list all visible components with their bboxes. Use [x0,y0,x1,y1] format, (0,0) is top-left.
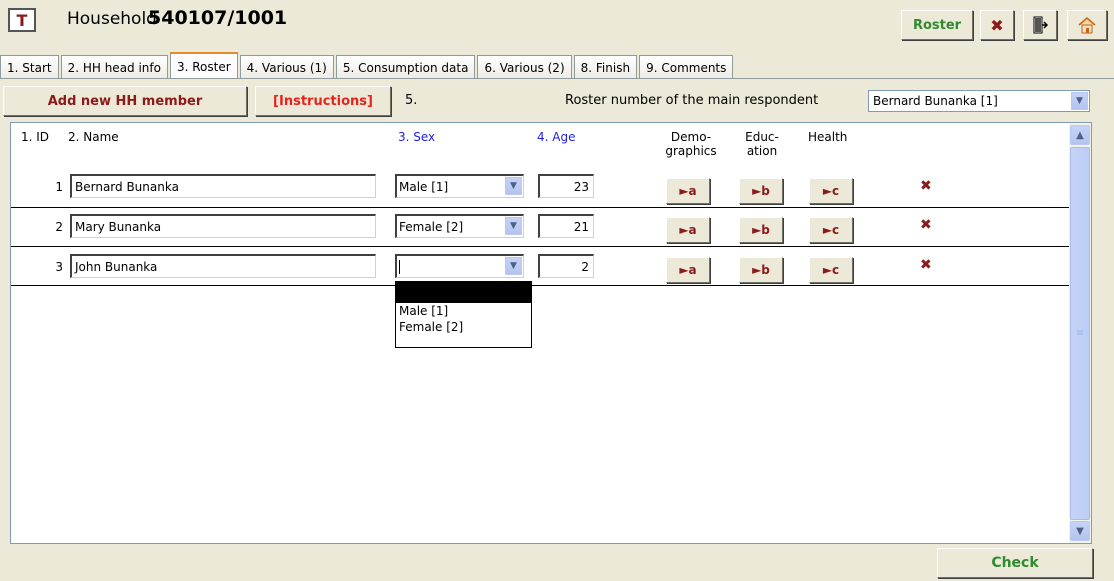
row-id: 2 [55,220,63,234]
tab-roster[interactable]: 3. Roster [169,52,238,79]
education-button[interactable]: ►b [739,217,783,243]
education-button[interactable]: ►b [739,257,783,283]
tab-various-2[interactable]: 6. Various (2) [477,55,572,79]
health-button[interactable]: ►c [809,257,853,283]
health-button[interactable]: ►c [809,217,853,243]
name-input[interactable]: Mary Bunanka [70,214,376,238]
household-number: 540107/1001 [148,7,288,29]
home-icon[interactable] [1067,10,1107,40]
sex-select[interactable]: Female [2] ▼ [395,214,524,238]
chevron-down-icon[interactable]: ▼ [505,177,522,195]
demographics-button[interactable]: ►a [666,178,710,204]
sex-select[interactable]: Male [1] ▼ [395,174,524,198]
col-header-demographics-line2: graphics [665,144,717,158]
col-header-education-line2: ation [746,144,778,158]
scroll-up-icon[interactable]: ▲ [1070,125,1090,145]
col-header-name: 2. Name [68,130,119,144]
main-respondent-value: Bernard Bunanka [1] [873,94,998,108]
tab-divider [0,78,1114,79]
tab-consumption-data[interactable]: 5. Consumption data [335,55,476,79]
col-header-demographics-line1: Demo- [670,130,712,144]
form-type-badge: T [8,8,36,32]
vertical-scrollbar[interactable]: ▲ ≡ ▼ [1069,123,1091,543]
add-hh-member-button[interactable]: Add new HH member [3,86,247,116]
chevron-down-icon[interactable]: ▼ [505,257,522,275]
tab-finish[interactable]: 8. Finish [573,55,638,79]
col-header-education: Educ- ation [737,130,787,158]
demographics-button[interactable]: ►a [666,217,710,243]
tab-various-1[interactable]: 4. Various (1) [239,55,334,79]
tab-comments[interactable]: 9. Comments [639,55,734,79]
instructions-button[interactable]: [Instructions] [255,86,391,116]
delete-row-icon[interactable]: ✖ [920,257,932,273]
chevron-down-icon[interactable]: ▼ [1071,92,1088,110]
main-respondent-select[interactable]: Bernard Bunanka [1] ▼ [868,90,1090,112]
age-input[interactable]: 23 [538,174,594,198]
sex-value: Male [1] [399,179,449,194]
age-input[interactable]: 21 [538,214,594,238]
check-button[interactable]: Check [937,548,1093,578]
dropdown-item-female[interactable]: Female [2] [396,319,531,335]
col-header-health: Health [808,130,848,144]
tab-bar: 1. Start 2. HH head info 3. Roster 4. Va… [0,52,735,79]
roster-button[interactable]: Roster [901,10,973,40]
sex-value: Female [2] [399,219,464,234]
col-header-id: 1. ID [21,130,50,144]
exit-door-icon[interactable] [1023,10,1057,40]
health-button[interactable]: ►c [809,178,853,204]
col-header-age: 4. Age [537,130,576,144]
chevron-down-icon[interactable]: ▼ [505,217,522,235]
text-cursor [399,259,400,274]
scroll-thumb[interactable]: ≡ [1070,147,1090,520]
delete-row-icon[interactable]: ✖ [920,178,932,194]
col-header-sex: 3. Sex [398,130,436,144]
name-input[interactable]: John Bunanka [70,254,376,278]
name-input[interactable]: Bernard Bunanka [70,174,376,198]
scroll-down-icon[interactable]: ▼ [1070,521,1090,541]
col-header-education-line1: Educ- [745,130,779,144]
main-respondent-label: Roster number of the main respondent [565,93,819,108]
row-id: 1 [55,180,63,194]
sex-select[interactable]: ▼ [395,254,524,278]
dropdown-item-male[interactable]: Male [1] [396,303,531,319]
age-input[interactable]: 2 [538,254,594,278]
question-number: 5. [405,93,418,108]
row-id: 3 [55,260,63,274]
col-header-demographics: Demo- graphics [656,130,726,158]
sex-dropdown-list: Male [1] Female [2] [395,281,532,348]
delete-icon[interactable]: ✖ [980,10,1014,40]
demographics-button[interactable]: ►a [666,257,710,283]
dropdown-item-blank[interactable] [396,282,531,303]
household-label: Household [67,9,157,29]
tab-start[interactable]: 1. Start [0,55,59,79]
tab-hh-head-info[interactable]: 2. HH head info [60,55,168,79]
delete-row-icon[interactable]: ✖ [920,217,932,233]
education-button[interactable]: ►b [739,178,783,204]
